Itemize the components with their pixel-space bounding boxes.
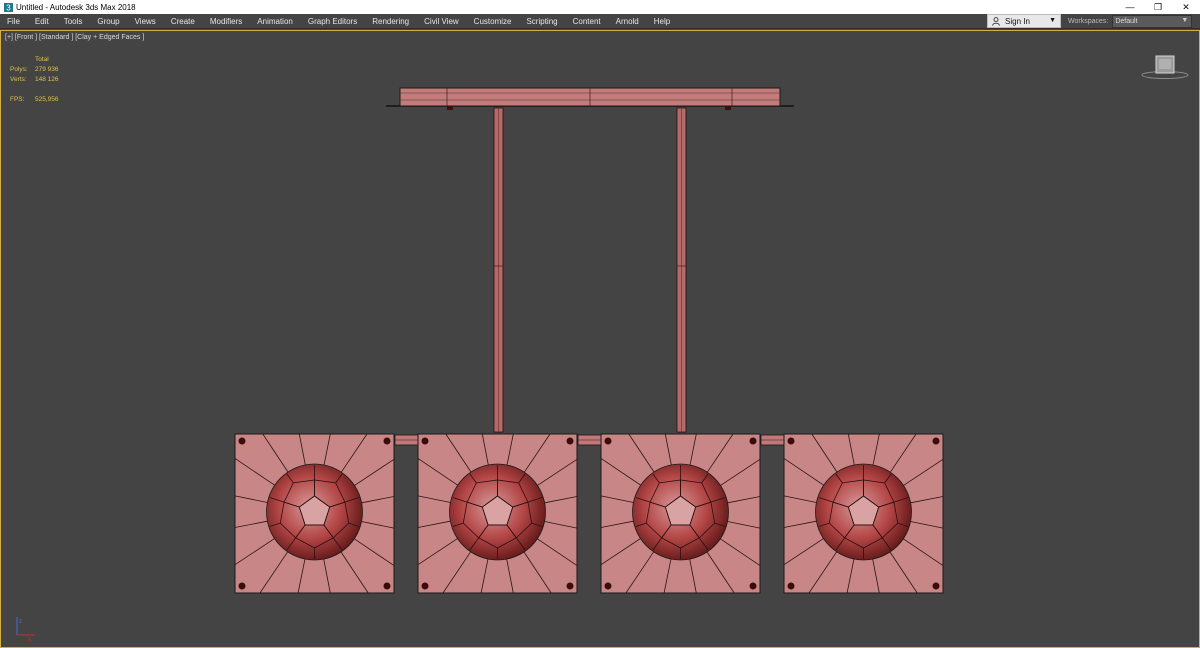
screw-icon [749,437,757,445]
screw-icon [604,437,612,445]
lamp-panel[interactable] [417,433,578,594]
lamp-panel[interactable] [234,433,395,594]
spherical-shade[interactable] [449,463,546,561]
screw-icon [932,582,940,590]
screw-icon [566,437,574,445]
suspension-rods[interactable] [493,107,687,433]
screw-icon [238,437,246,445]
spherical-shade[interactable] [266,463,363,561]
screw-icon [421,437,429,445]
screw-icon [238,582,246,590]
spherical-shade[interactable] [815,463,912,561]
screw-icon [787,437,795,445]
screw-icon [421,582,429,590]
screw-icon [749,582,757,590]
screw-icon [932,437,940,445]
lamp-panel[interactable] [783,433,944,594]
lamp-panels[interactable] [234,433,944,594]
screw-icon [604,582,612,590]
screw-icon [383,437,391,445]
screw-icon [787,582,795,590]
screw-icon [383,582,391,590]
spherical-shade[interactable] [632,463,729,561]
screw-icon [566,582,574,590]
lamp-panel[interactable] [600,433,761,594]
ceiling-canopy[interactable] [386,87,794,110]
scene-lamp-model[interactable] [0,0,1200,648]
